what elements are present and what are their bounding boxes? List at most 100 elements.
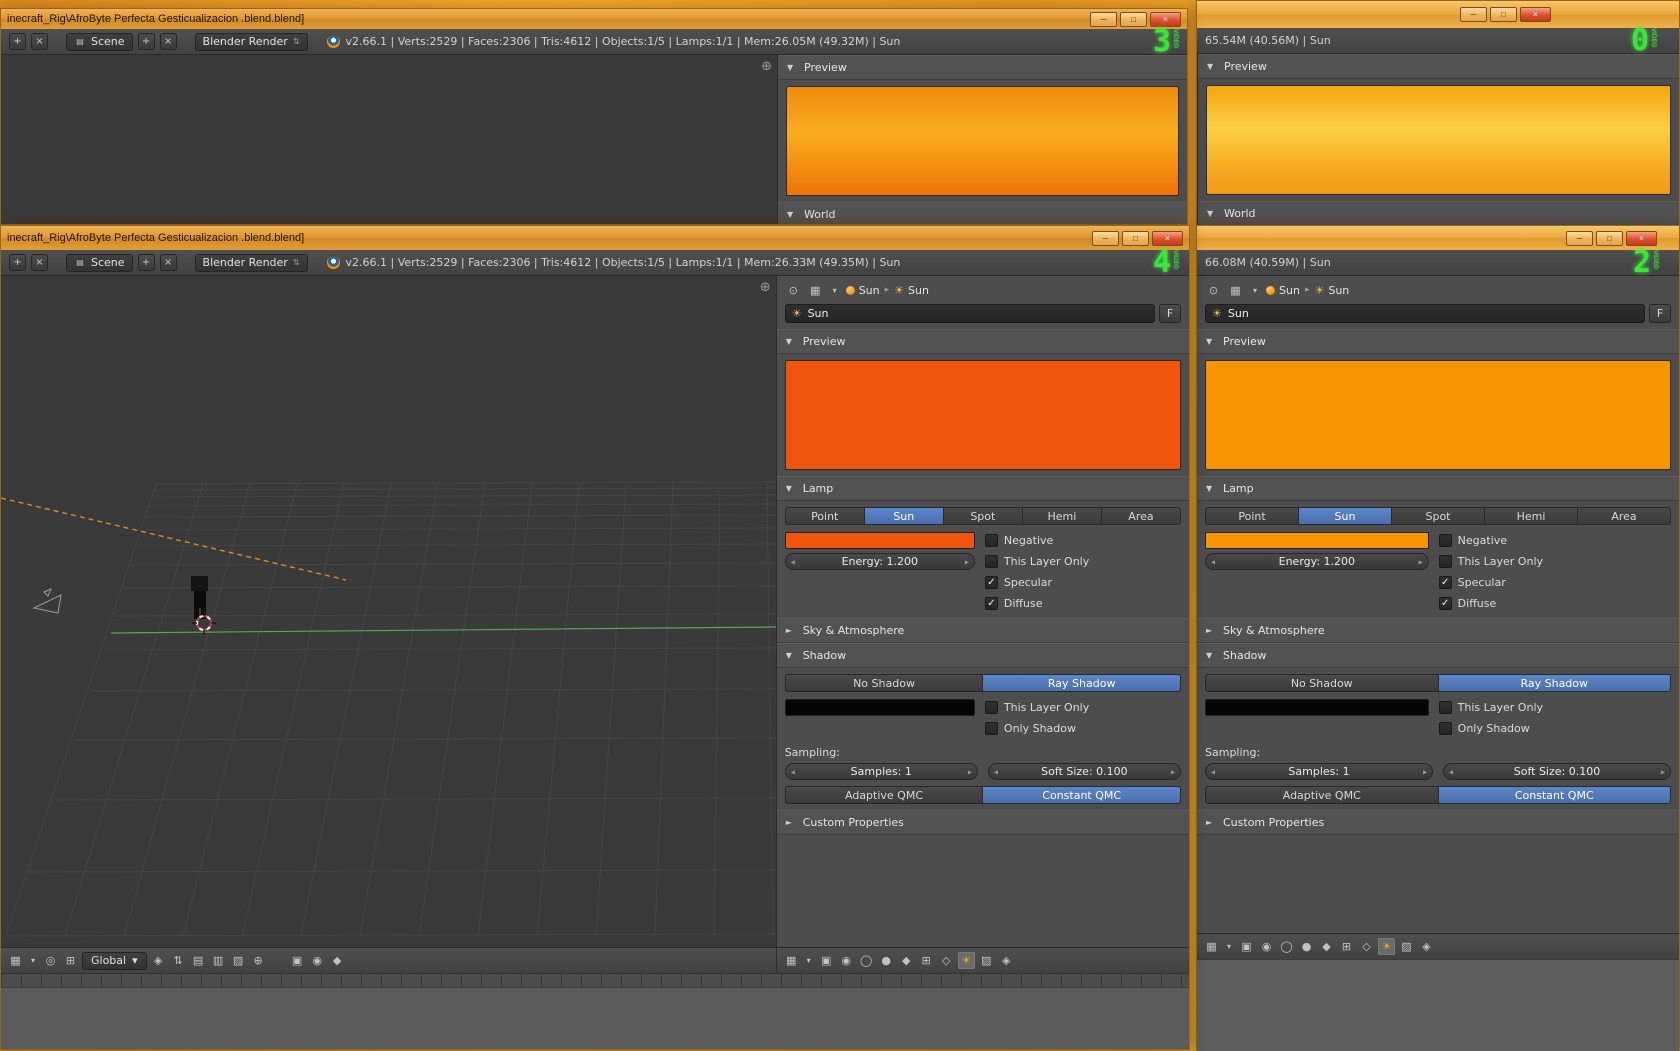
- slider-left-arrow-icon[interactable]: ◂: [791, 767, 795, 776]
- editor-type-icon[interactable]: ▦: [783, 952, 800, 969]
- lamp-type-point-button[interactable]: Point: [1205, 507, 1299, 525]
- dropdown-arrow-icon[interactable]: ▾: [27, 952, 39, 969]
- close-button[interactable]: ×: [1520, 7, 1551, 22]
- samples-slider[interactable]: ◂ Samples: 1 ▸: [1205, 763, 1433, 780]
- scene-selector[interactable]: ▤ Scene: [66, 254, 133, 272]
- tab-modifiers-icon[interactable]: ⊞: [1338, 938, 1355, 955]
- specular-checkbox[interactable]: ✓: [1439, 576, 1452, 589]
- screen-close-button[interactable]: ×: [31, 33, 48, 50]
- minimize-button[interactable]: ─: [1092, 231, 1119, 246]
- shadow-panel-header[interactable]: ▼ Shadow: [777, 643, 1189, 668]
- scene-add-button[interactable]: +: [138, 254, 155, 271]
- custom-properties-panel-header[interactable]: ► Custom Properties: [1197, 810, 1679, 835]
- lamp-type-point-button[interactable]: Point: [785, 507, 865, 525]
- lamp-type-hemi-button[interactable]: Hemi: [1485, 507, 1578, 525]
- adaptive-qmc-button[interactable]: Adaptive QMC: [1205, 786, 1439, 804]
- editor-type-icon[interactable]: ▦: [1203, 938, 1220, 955]
- no-shadow-button[interactable]: No Shadow: [785, 674, 984, 692]
- shadow-this-layer-only-checkbox[interactable]: [1439, 701, 1452, 714]
- maximize-button[interactable]: □: [1122, 231, 1149, 246]
- mode-icon[interactable]: ◎: [42, 952, 59, 969]
- shadow-panel-header[interactable]: ▼ Shadow: [1197, 643, 1679, 668]
- tab-constraints-icon[interactable]: ◆: [1318, 938, 1335, 955]
- tab-material-icon[interactable]: ◇: [938, 952, 955, 969]
- minimize-button[interactable]: ─: [1566, 231, 1593, 246]
- render-engine-select[interactable]: Blender Render ⇅: [195, 254, 308, 272]
- ray-shadow-button[interactable]: Ray Shadow: [983, 674, 1181, 692]
- slider-right-arrow-icon[interactable]: ▸: [965, 557, 969, 566]
- lamp-type-area-button[interactable]: Area: [1578, 507, 1671, 525]
- editor-type-icon[interactable]: ▦: [7, 952, 24, 969]
- diffuse-checkbox[interactable]: ✓: [985, 597, 998, 610]
- tab-material-icon[interactable]: ◇: [1358, 938, 1375, 955]
- preview-panel-header[interactable]: ▼ Preview: [778, 55, 1187, 80]
- lamp-color-swatch[interactable]: [1205, 532, 1429, 549]
- render-opengl-icon[interactable]: ▣: [289, 952, 306, 969]
- negative-checkbox[interactable]: [985, 534, 998, 547]
- tab-texture-icon[interactable]: ▨: [978, 952, 995, 969]
- tab-render-icon[interactable]: ▣: [1238, 938, 1255, 955]
- pivot-icon[interactable]: ◈: [150, 952, 167, 969]
- slider-right-arrow-icon[interactable]: ▸: [1419, 557, 1423, 566]
- specular-checkbox[interactable]: ✓: [985, 576, 998, 589]
- scene-selector[interactable]: ▤ Scene: [66, 33, 133, 51]
- tab-scene-icon[interactable]: ◉: [838, 952, 855, 969]
- editor-type-icon[interactable]: ▦: [807, 282, 824, 299]
- maximize-button[interactable]: □: [1596, 231, 1623, 246]
- editor-type-icon[interactable]: ▦: [1227, 282, 1244, 299]
- samples-slider[interactable]: ◂ Samples: 1 ▸: [785, 763, 978, 780]
- pin-icon[interactable]: ⊙: [1205, 282, 1222, 299]
- soft-size-slider[interactable]: ◂ Soft Size: 0.100 ▸: [988, 763, 1181, 780]
- shading-icon[interactable]: ⊞: [62, 952, 79, 969]
- only-shadow-checkbox[interactable]: [985, 722, 998, 735]
- slider-left-arrow-icon[interactable]: ◂: [791, 557, 795, 566]
- fake-user-button[interactable]: F: [1159, 304, 1181, 323]
- slider-right-arrow-icon[interactable]: ▸: [1661, 767, 1665, 776]
- layers-icon[interactable]: ▤: [190, 952, 207, 969]
- timeline-ruler[interactable]: [1, 974, 1189, 988]
- scene-unlink-button[interactable]: ×: [160, 254, 177, 271]
- pin-icon[interactable]: ⊙: [785, 282, 802, 299]
- adaptive-qmc-button[interactable]: Adaptive QMC: [785, 786, 984, 804]
- tab-physics-icon[interactable]: ◈: [998, 952, 1015, 969]
- ray-shadow-button[interactable]: Ray Shadow: [1439, 674, 1672, 692]
- close-button[interactable]: ×: [1150, 12, 1181, 27]
- slider-left-arrow-icon[interactable]: ◂: [1211, 557, 1215, 566]
- minimize-button[interactable]: ─: [1090, 12, 1117, 27]
- slider-left-arrow-icon[interactable]: ◂: [1211, 767, 1215, 776]
- energy-slider[interactable]: ◂ Energy: 1.200 ▸: [785, 553, 975, 570]
- lamp-type-spot-button[interactable]: Spot: [944, 507, 1023, 525]
- snap-target-icon[interactable]: ⊕: [250, 952, 267, 969]
- custom-properties-panel-header[interactable]: ► Custom Properties: [777, 810, 1189, 835]
- dropdown-arrow-icon[interactable]: ▾: [1249, 282, 1261, 299]
- dropdown-arrow-icon[interactable]: ▾: [829, 282, 841, 299]
- tab-object-icon[interactable]: ●: [878, 952, 895, 969]
- sky-atmosphere-panel-header[interactable]: ► Sky & Atmosphere: [777, 618, 1189, 643]
- breadcrumb-data[interactable]: ☀ Sun: [1314, 284, 1349, 297]
- render-engine-select[interactable]: Blender Render ⇅: [195, 33, 308, 51]
- tab-world-icon[interactable]: ◯: [858, 952, 875, 969]
- proportional-edit-icon[interactable]: ◆: [329, 952, 346, 969]
- viewport-3d[interactable]: ⊕: [1, 276, 776, 973]
- fake-user-button[interactable]: F: [1649, 304, 1671, 323]
- breadcrumb-data[interactable]: ☀ Sun: [894, 284, 929, 297]
- transform-orientation-select[interactable]: Global ▾: [82, 952, 147, 970]
- titlebar[interactable]: ─ □ ×: [1197, 226, 1679, 250]
- screen-add-button[interactable]: +: [9, 254, 26, 271]
- tab-scene-icon[interactable]: ◉: [1258, 938, 1275, 955]
- tab-object-data-icon[interactable]: ☀: [1378, 938, 1395, 955]
- lamp-type-area-button[interactable]: Area: [1102, 507, 1181, 525]
- screen-close-button[interactable]: ×: [31, 254, 48, 271]
- close-button[interactable]: ×: [1626, 231, 1657, 246]
- tab-texture-icon[interactable]: ▨: [1398, 938, 1415, 955]
- tab-physics-icon[interactable]: ◈: [1418, 938, 1435, 955]
- lock-icon[interactable]: ▥: [210, 952, 227, 969]
- preview-panel-header[interactable]: ▼ Preview: [1198, 54, 1679, 79]
- tab-constraints-icon[interactable]: ◆: [898, 952, 915, 969]
- slider-left-arrow-icon[interactable]: ◂: [994, 767, 998, 776]
- titlebar[interactable]: inecraft_Rig\AfroByte Perfecta Gesticual…: [1, 9, 1187, 29]
- tab-modifiers-icon[interactable]: ⊞: [918, 952, 935, 969]
- tab-object-icon[interactable]: ●: [1298, 938, 1315, 955]
- close-button[interactable]: ×: [1152, 231, 1183, 246]
- maximize-button[interactable]: □: [1120, 12, 1147, 27]
